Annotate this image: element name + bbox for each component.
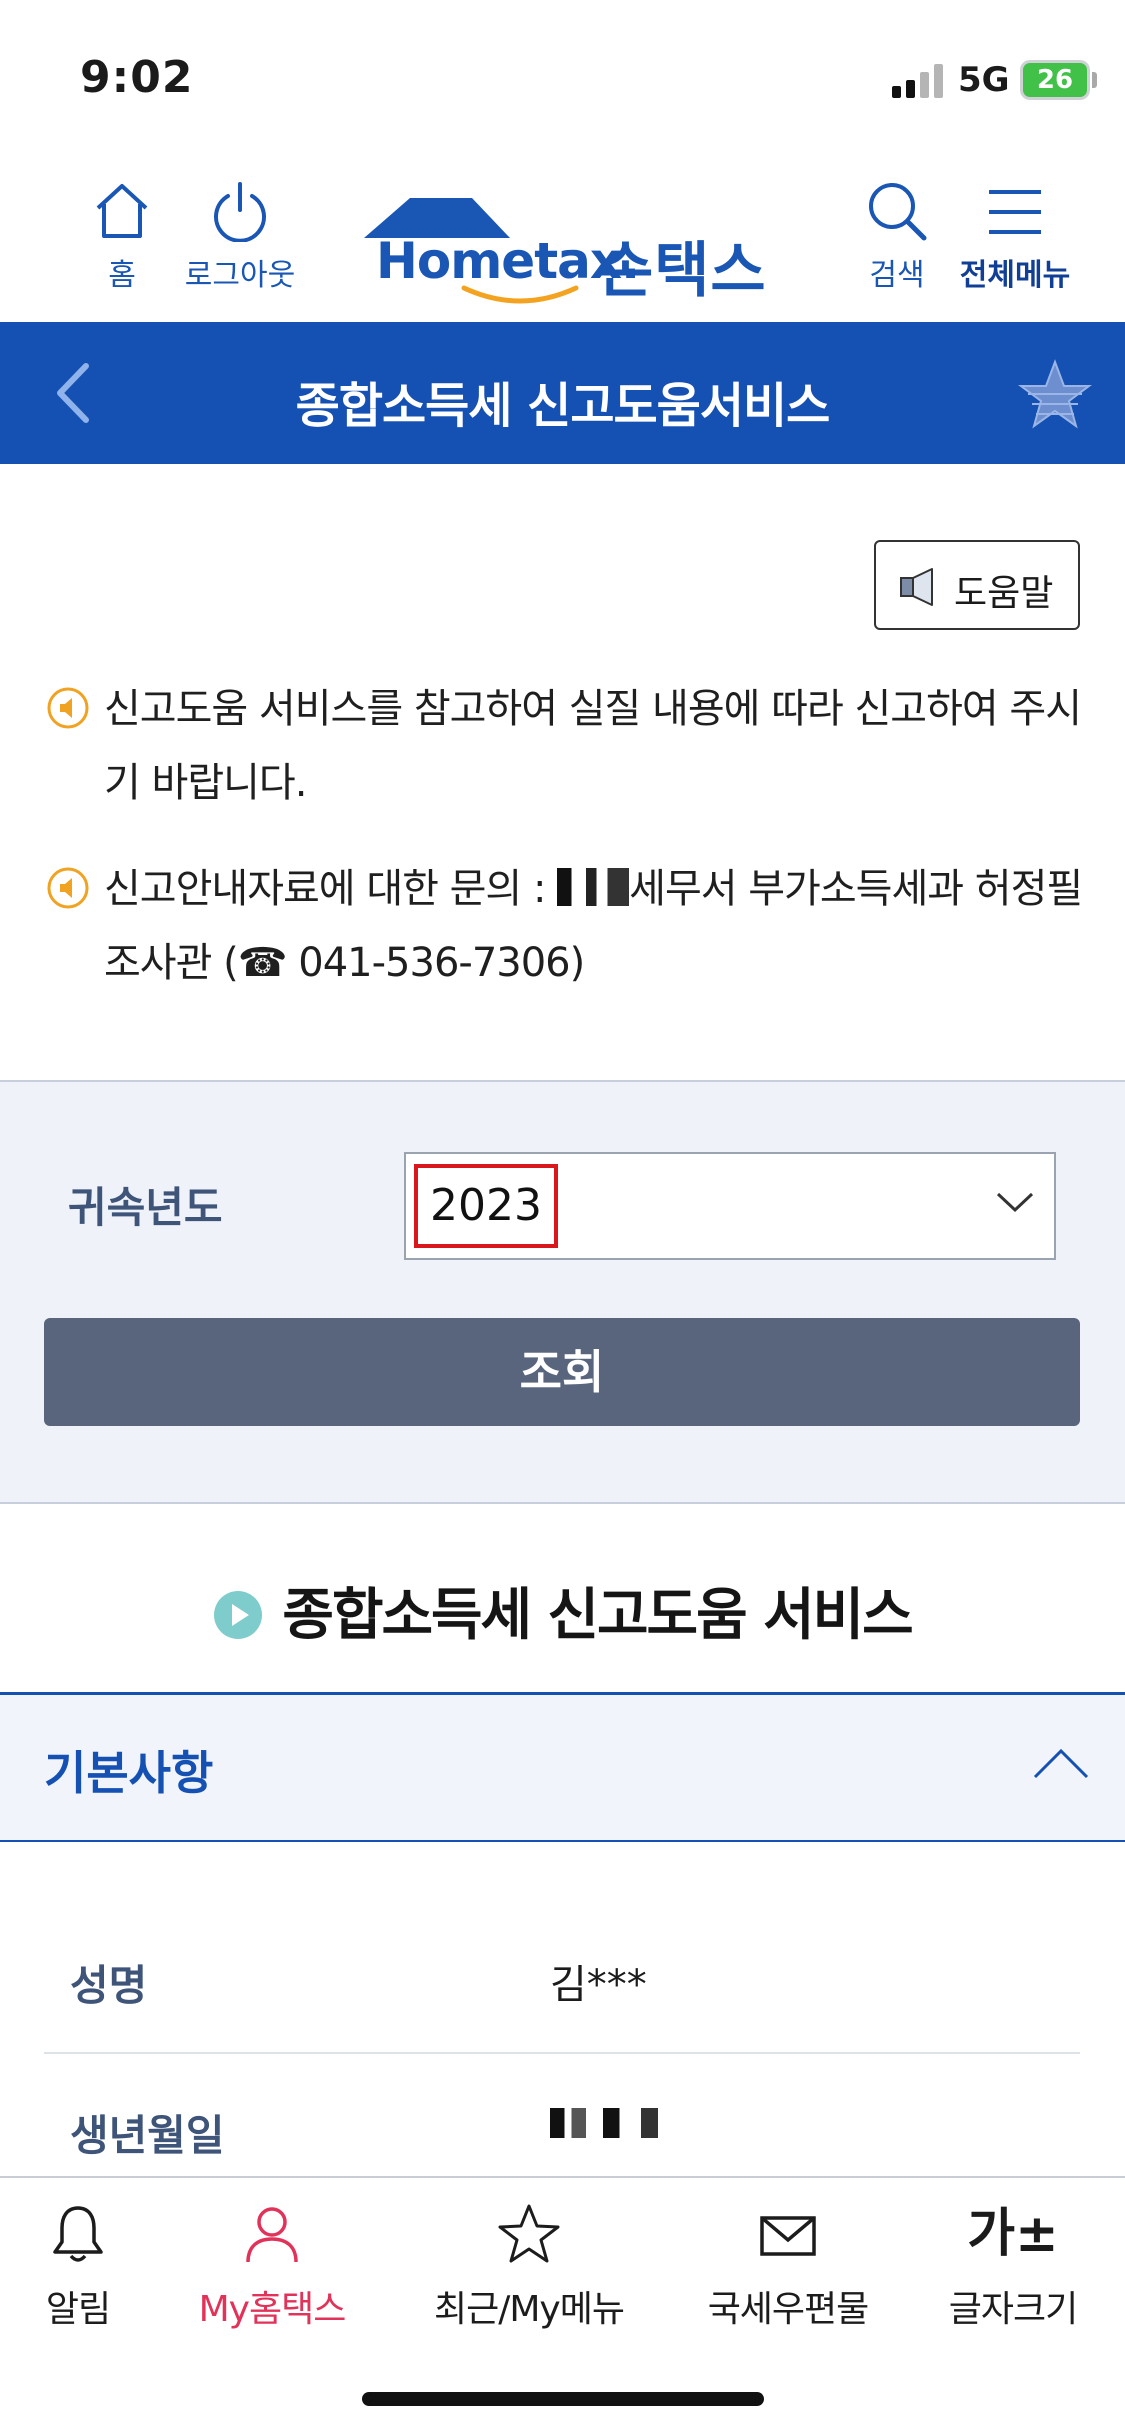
info-value-redacted — [550, 2102, 670, 2148]
tab-my-hometax[interactable]: My홈택스 — [186, 2202, 358, 2332]
info-key: 생년월일 — [70, 2111, 225, 2160]
signal-icon — [892, 64, 946, 98]
notice-text: 신고도움 서비스를 참고하여 실질 내용에 따라 신고하여 주시기 바랍니다. — [104, 686, 1082, 806]
info-value: 김*** — [550, 1962, 647, 2008]
home-label: 홈 — [108, 258, 136, 293]
user-icon — [246, 2207, 298, 2263]
hamburger-menu-icon — [989, 190, 1041, 234]
hometax-logo[interactable]: Hometax. 손택스 — [360, 192, 770, 306]
redacted-birthdate — [550, 2108, 670, 2138]
notice-speaker-icon — [47, 867, 89, 909]
battery-icon: 26 — [1020, 60, 1090, 100]
top-nav: 홈 로그아웃 Hometax. 손택스 검색 전체메뉴 — [0, 150, 1125, 322]
font-size-icon: 가± — [967, 2204, 1059, 2264]
notice-prefix: 신고안내자료에 대한 문의 : — [104, 866, 558, 912]
tab-font-size[interactable]: 가± 글자크기 — [940, 2202, 1086, 2332]
chevron-up-icon — [1033, 1748, 1089, 1779]
redacted-office — [557, 868, 630, 906]
notice-item: 신고도움 서비스를 참고하여 실질 내용에 따라 신고하여 주시기 바랍니다. — [46, 672, 1086, 820]
home-button[interactable]: 홈 — [92, 180, 152, 294]
envelope-icon — [760, 2216, 816, 2256]
tab-label: 알림 — [45, 2289, 111, 2330]
logout-button[interactable]: 로그아웃 — [178, 180, 302, 294]
home-indicator — [362, 2392, 764, 2406]
notice-speaker-icon — [47, 687, 89, 729]
network-label: 5G — [958, 60, 1010, 100]
tab-tax-mail[interactable]: 국세우편물 — [700, 2202, 876, 2332]
battery-cap — [1092, 72, 1097, 88]
query-button[interactable]: 조회 — [44, 1318, 1080, 1426]
search-label: 검색 — [869, 258, 925, 293]
tab-label: 최근/My메뉴 — [434, 2289, 625, 2330]
info-key: 성명 — [70, 1961, 148, 2010]
tab-recent-my-menu[interactable]: 최근/My메뉴 — [424, 2202, 634, 2332]
title-bar: 종합소득세 신고도움서비스 — [0, 322, 1125, 464]
play-circle-icon — [214, 1591, 263, 1639]
page-title: 종합소득세 신고도움서비스 — [295, 378, 831, 434]
full-menu-button[interactable]: 전체메뉴 — [956, 180, 1074, 294]
power-icon — [214, 182, 266, 242]
logo-kr: 손택스 — [598, 236, 767, 306]
status-time: 9:02 — [80, 52, 194, 103]
service-heading: 종합소득세 신고도움 서비스 — [0, 1570, 1125, 1651]
tab-notifications[interactable]: 알림 — [36, 2202, 120, 2332]
info-row-name: 성명 김*** — [44, 1904, 1080, 2054]
full-menu-label: 전체메뉴 — [959, 258, 1071, 293]
notice-item: 신고안내자료에 대한 문의 : 세무서 부가소득세과 허정필 조사관 (☎ 04… — [46, 852, 1086, 1000]
logo-smile-icon — [461, 285, 579, 304]
search-icon — [869, 183, 927, 241]
basic-info-accordion[interactable]: 기본사항 — [0, 1692, 1125, 1842]
search-section: 귀속년도 2023 조회 — [0, 1080, 1125, 1504]
accordion-title: 기본사항 — [44, 1746, 214, 1800]
chevron-down-icon — [996, 1192, 1034, 1213]
year-label: 귀속년도 — [68, 1183, 223, 1232]
home-icon — [96, 184, 148, 238]
status-bar: 9:02 5G 26 — [0, 0, 1125, 150]
year-select[interactable]: 2023 — [404, 1152, 1056, 1260]
tab-label: 국세우편물 — [707, 2289, 870, 2330]
logout-label: 로그아웃 — [184, 258, 296, 293]
speaker-icon — [900, 568, 933, 606]
help-button[interactable]: 도움말 — [874, 540, 1080, 630]
tab-label: My홈택스 — [198, 2289, 347, 2330]
help-label: 도움말 — [954, 573, 1054, 614]
battery-level: 26 — [1023, 63, 1087, 97]
search-button[interactable]: 검색 — [862, 180, 932, 294]
service-heading-text: 종합소득세 신고도움 서비스 — [282, 1583, 913, 1648]
star-icon — [498, 2204, 560, 2263]
tab-label: 글자크기 — [948, 2289, 1078, 2330]
year-value: 2023 — [414, 1164, 558, 1248]
favorite-star-icon[interactable] — [1018, 358, 1092, 432]
notice-text: 신고안내자료에 대한 문의 : 세무서 부가소득세과 허정필 조사관 (☎ 04… — [104, 852, 1086, 1000]
bell-icon — [53, 2206, 103, 2262]
